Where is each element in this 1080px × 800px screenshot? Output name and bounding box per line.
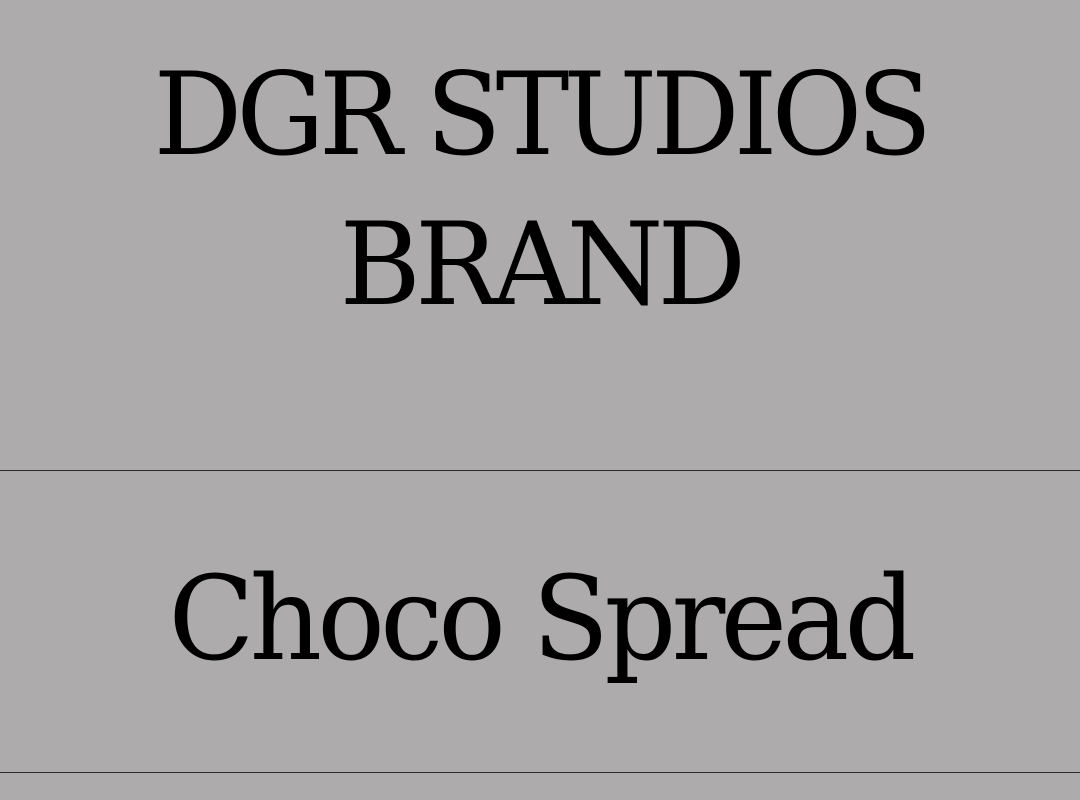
bottom-divider xyxy=(0,772,1080,773)
brand-line-1: DGR STUDIOS xyxy=(153,48,933,181)
product-name: Choco Spread xyxy=(168,552,916,687)
brand-name: DGR STUDIOS BRAND xyxy=(0,40,1080,340)
brand-line-2: BRAND xyxy=(339,198,747,331)
top-divider xyxy=(0,470,1080,471)
